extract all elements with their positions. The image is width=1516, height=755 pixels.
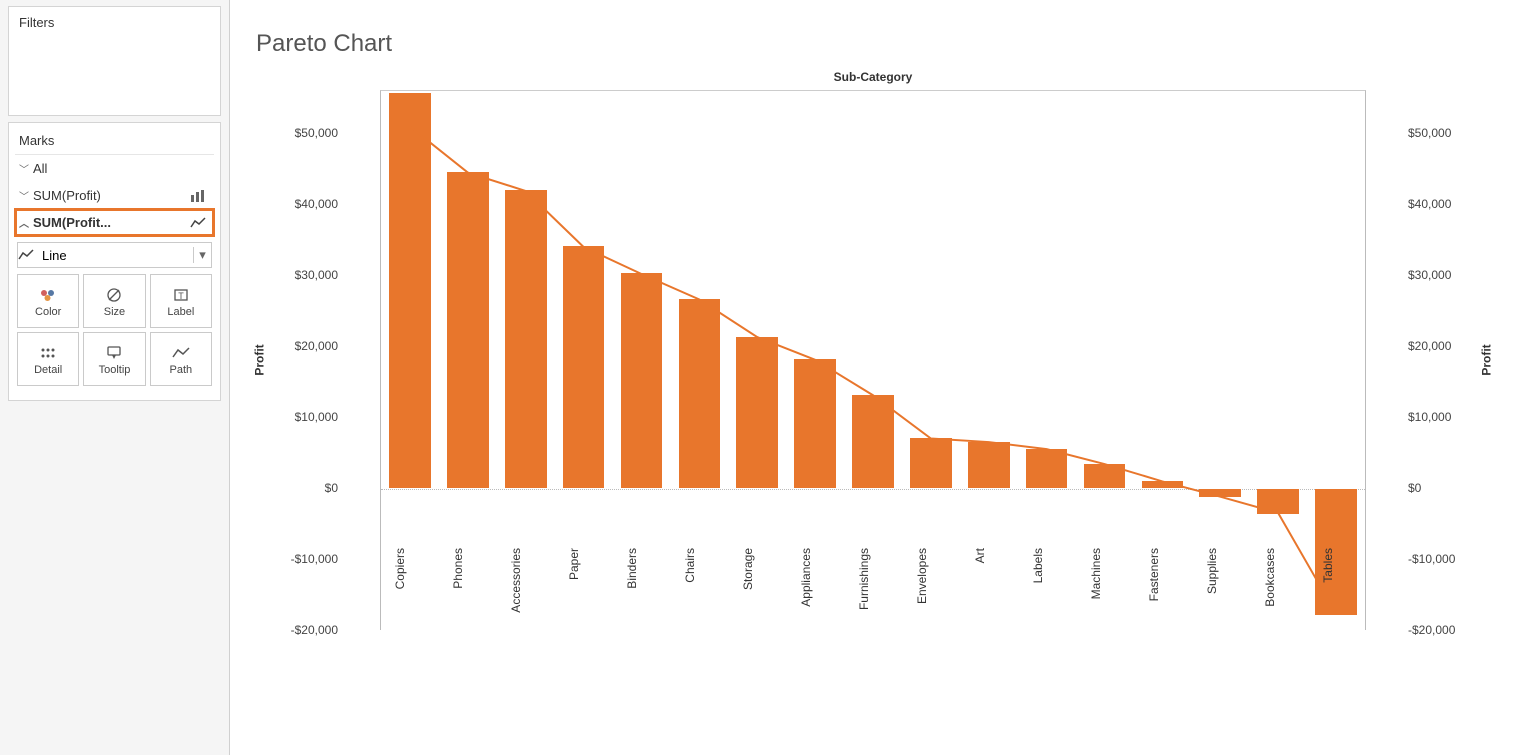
chart-area: Pareto Chart Sub-Category Profit Profit … [230, 0, 1516, 755]
color-icon [39, 284, 57, 306]
marks-panel: Marks ﹀ All ﹀ SUM(Profit) ︿ SUM(Profit..… [8, 122, 221, 401]
marks-title: Marks [15, 127, 214, 155]
tooltip-button[interactable]: Tooltip [83, 332, 145, 386]
mark-type-dropdown[interactable]: Line ▾ [17, 242, 212, 268]
x-axis-label: Accessories [509, 548, 523, 613]
size-icon [105, 284, 123, 306]
marks-item-label: SUM(Profit) [33, 188, 190, 203]
y-tick-label: $50,000 [268, 126, 338, 140]
svg-text:T: T [178, 291, 184, 301]
marks-item-sum-profit-line[interactable]: ︿ SUM(Profit... [15, 209, 214, 236]
x-axis-label: Labels [1031, 548, 1045, 583]
color-button-label: Color [35, 306, 61, 318]
marks-item-sum-profit-bar[interactable]: ﹀ SUM(Profit) [15, 182, 214, 209]
tooltip-icon [106, 342, 122, 364]
y-tick-label: $10,000 [1408, 410, 1478, 424]
x-axis-label: Paper [567, 548, 581, 580]
size-button-label: Size [104, 306, 125, 318]
y-tick-label: -$20,000 [268, 623, 338, 637]
y-tick-label: -$10,000 [268, 552, 338, 566]
label-button[interactable]: T Label [150, 274, 212, 328]
x-axis-label: Fasteners [1147, 548, 1161, 601]
profit-line[interactable] [410, 126, 1336, 613]
bar-chart-icon [190, 190, 210, 202]
y-tick-label: $0 [1408, 481, 1478, 495]
x-axis-label: Storage [741, 548, 755, 590]
x-axis-label: Furnishings [857, 548, 871, 610]
chevron-down-icon: ﹀ [19, 188, 33, 203]
x-axis-label: Appliances [799, 548, 813, 607]
y-tick-label: $20,000 [268, 339, 338, 353]
y-ticks-left: $50,000 $40,000 $30,000 $20,000 $10,000 $0 -$1… [268, 90, 338, 630]
filters-panel: Filters [8, 6, 221, 116]
y-tick-label: $20,000 [1408, 339, 1478, 353]
x-axis-label: Chairs [683, 548, 697, 583]
filters-title: Filters [19, 15, 210, 30]
detail-button-label: Detail [34, 364, 62, 376]
x-axis-labels: Copiers Phones Accessories Paper Binders Chai… [360, 548, 1386, 688]
y-tick-label: $40,000 [1408, 197, 1478, 211]
x-axis-label: Art [973, 548, 987, 563]
color-button[interactable]: Color [17, 274, 79, 328]
y-tick-label: -$10,000 [1408, 552, 1478, 566]
x-axis-label: Tables [1321, 548, 1335, 583]
y-tick-label: $30,000 [1408, 268, 1478, 282]
x-axis-label: Binders [625, 548, 639, 589]
marks-item-label: SUM(Profit... [33, 215, 190, 230]
x-axis-label: Machines [1089, 548, 1103, 599]
x-axis-label: Supplies [1205, 548, 1219, 594]
line-chart-icon [18, 249, 40, 261]
y-axis-label-left: Profit [253, 344, 267, 375]
label-button-label: Label [167, 306, 194, 318]
mark-type-label: Line [40, 248, 193, 263]
marks-buttons-grid: Color Size T Label Detail [17, 274, 212, 386]
line-chart-icon [190, 217, 210, 229]
y-tick-label: $30,000 [268, 268, 338, 282]
chart-title: Pareto Chart [230, 0, 1516, 58]
x-axis-label: Envelopes [915, 548, 929, 604]
y-ticks-right: $50,000 $40,000 $30,000 $20,000 $10,000 $0 -$1… [1408, 90, 1478, 630]
x-axis-title: Sub-Category [230, 70, 1516, 84]
x-axis-label: Bookcases [1263, 548, 1277, 607]
label-icon: T [173, 284, 189, 306]
path-button[interactable]: Path [150, 332, 212, 386]
dropdown-caret-icon: ▾ [193, 247, 211, 263]
y-tick-label: $10,000 [268, 410, 338, 424]
sidebar: Filters Marks ﹀ All ﹀ SUM(Profit) ︿ SUM(… [0, 0, 230, 755]
marks-item-label: All [33, 161, 190, 176]
detail-icon [39, 342, 57, 364]
chevron-down-icon: ﹀ [19, 161, 33, 176]
y-tick-label: $40,000 [268, 197, 338, 211]
y-tick-label: -$20,000 [1408, 623, 1478, 637]
y-tick-label: $50,000 [1408, 126, 1478, 140]
x-axis-label: Copiers [393, 548, 407, 589]
size-button[interactable]: Size [83, 274, 145, 328]
x-axis-label: Phones [451, 548, 465, 589]
y-tick-label: $0 [268, 481, 338, 495]
y-axis-label-right: Profit [1479, 344, 1493, 375]
chevron-up-icon: ︿ [19, 215, 33, 230]
path-icon [172, 342, 190, 364]
detail-button[interactable]: Detail [17, 332, 79, 386]
tooltip-button-label: Tooltip [99, 364, 131, 376]
path-button-label: Path [170, 364, 193, 376]
marks-item-all[interactable]: ﹀ All [15, 155, 214, 182]
